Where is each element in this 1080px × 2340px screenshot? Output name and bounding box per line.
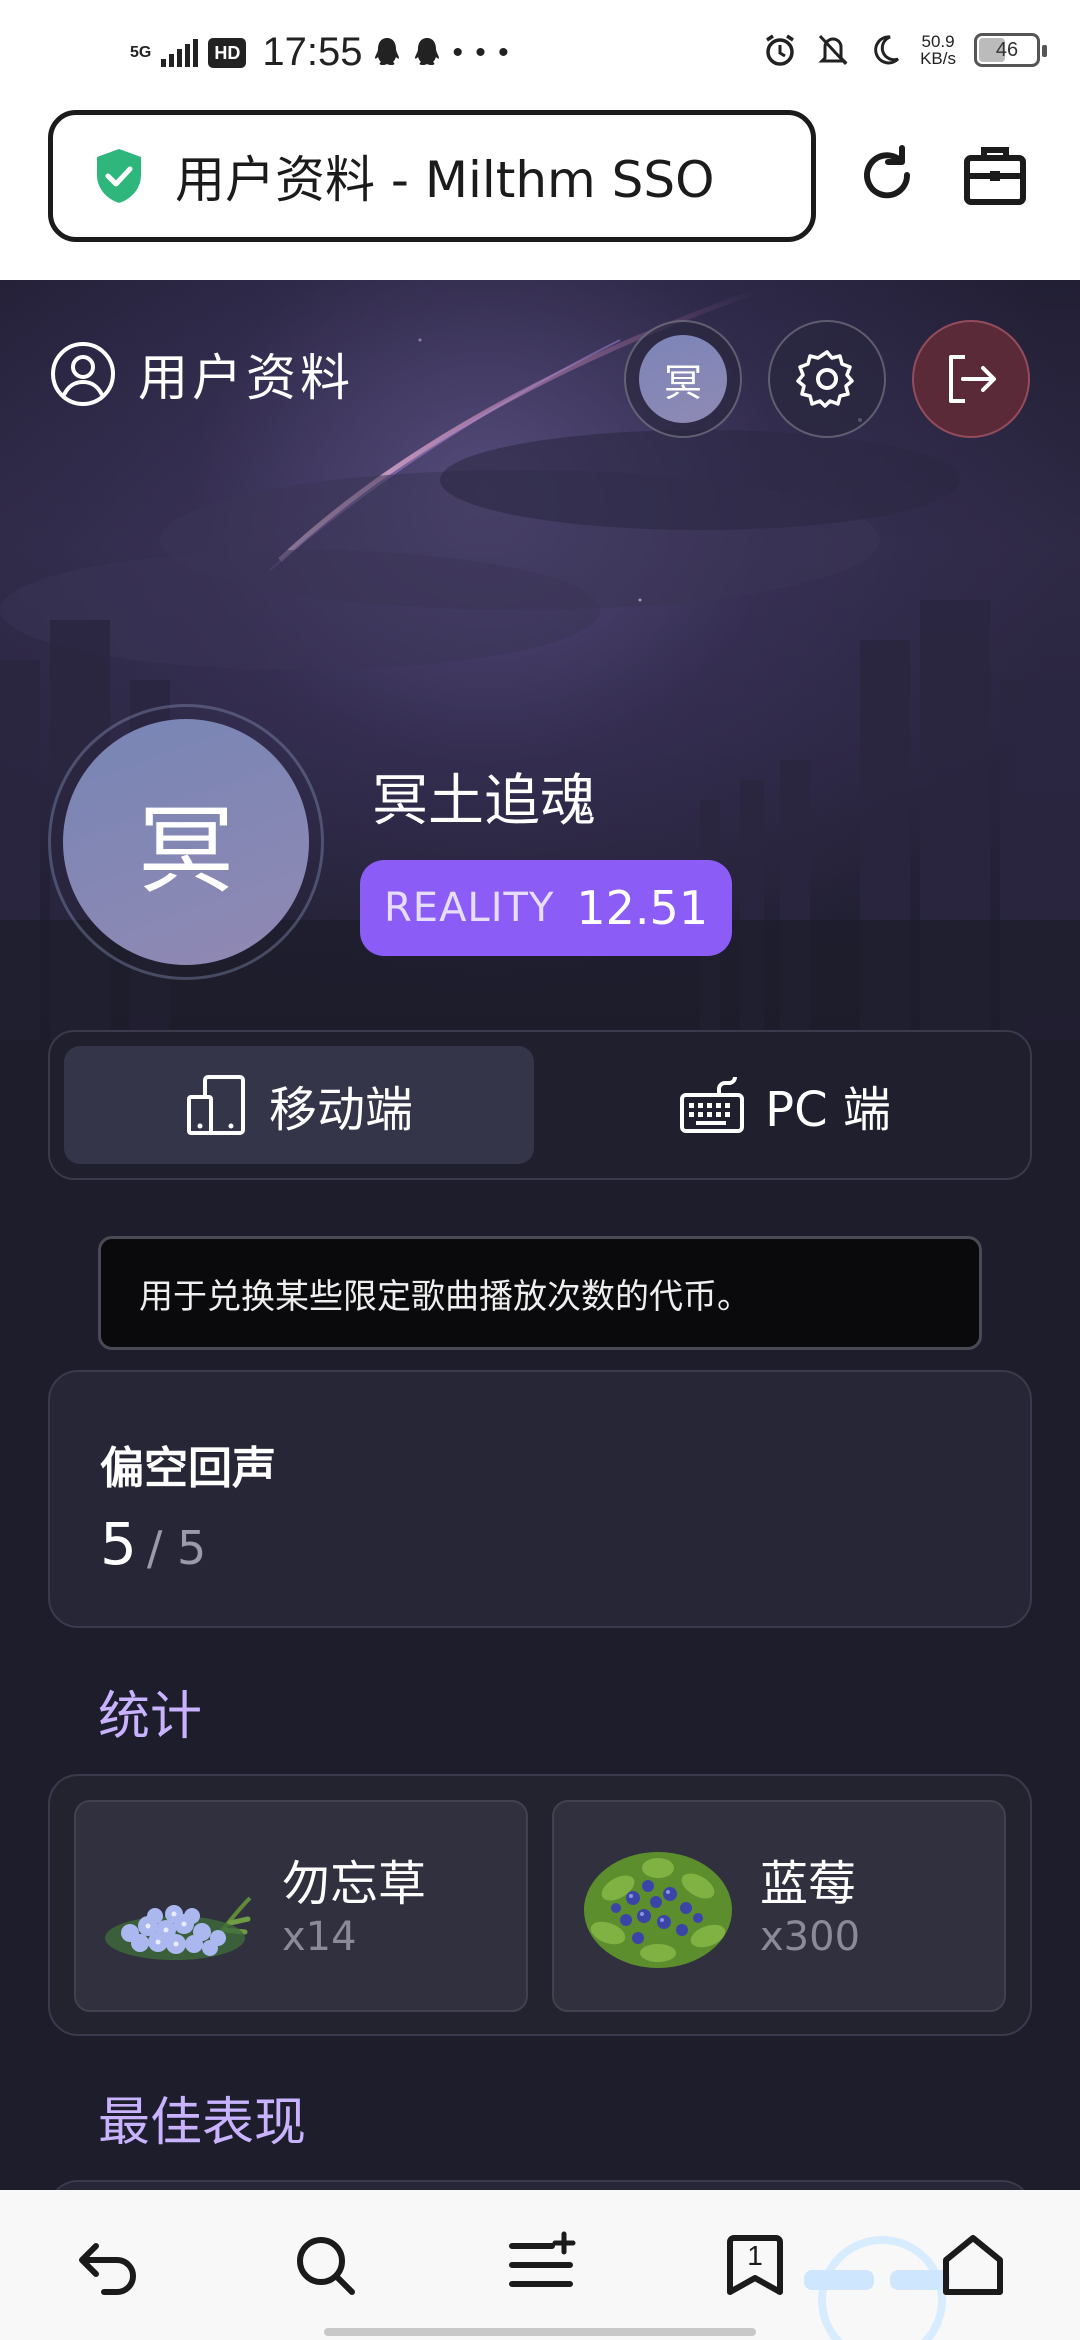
tab-mobile-label: 移动端 (268, 1082, 413, 1138)
rating-badge: REALITY 12.51 (360, 860, 733, 956)
settings-button[interactable] (768, 320, 886, 438)
forget-me-not-image (105, 1896, 252, 1960)
stat-count: x300 (760, 1914, 861, 1960)
platform-segmented-control: 移动端 PC 端 (48, 1030, 1032, 1180)
menu-icon[interactable] (506, 2230, 576, 2300)
stat-item[interactable]: 勿忘草 x14 (74, 1800, 528, 2012)
home-icon[interactable] (938, 2230, 1008, 2300)
token-max: / 5 (146, 1521, 207, 1575)
rating-label: REALITY (384, 885, 555, 931)
nav-title: 用户资料 (50, 338, 354, 410)
qq-icon (375, 37, 400, 65)
best-performance-card (48, 2180, 1032, 2190)
qq-icon-2 (415, 37, 440, 65)
toolbox-icon[interactable] (960, 140, 1030, 210)
signal-icon (161, 38, 199, 67)
keyboard-icon (680, 1076, 745, 1133)
gear-icon (796, 350, 854, 408)
net-speed: 50.9 KB/s (920, 33, 956, 67)
refresh-icon[interactable] (852, 140, 922, 210)
token-card[interactable]: 偏空回声 5 / 5 (48, 1370, 1032, 1628)
rating-value: 12.51 (576, 881, 709, 935)
blueberry-bush-image (584, 1852, 732, 1968)
tab-mobile[interactable]: 移动端 (64, 1046, 534, 1164)
status-bar: 5G HD 17:55 • • • 50.9 KB/s 46 (0, 0, 1080, 110)
nav-title-text: 用户资料 (138, 349, 354, 407)
stat-name: 勿忘草 (282, 1856, 427, 1912)
app-content: 用户资料 冥 冥 冥土追魂 REALITY 12.51 移动端 PC 端 用于兑… (0, 280, 1080, 2190)
moon-icon (874, 35, 900, 65)
token-name: 偏空回声 (100, 1443, 276, 1494)
tab-count: 1 (747, 2240, 763, 2271)
tab-pc-label: PC 端 (765, 1082, 891, 1138)
status-left: 5G HD 17:55 • • • (130, 30, 511, 75)
net-speed-unit: KB/s (920, 49, 956, 68)
browser-bottom-nav: 1 (0, 2190, 1080, 2340)
avatar[interactable]: 冥 (63, 719, 309, 965)
mini-avatar: 冥 (639, 335, 727, 423)
stats-section-title: 统计 (98, 1687, 203, 1747)
stat-item[interactable]: 蓝莓 x300 (552, 1800, 1006, 2012)
tabs-button[interactable]: 1 (720, 2230, 790, 2300)
mute-bell-icon (818, 34, 848, 66)
page-title: 用户资料 - Milthm SSO (175, 151, 715, 209)
stats-card: 勿忘草 x14 蓝莓 x300 (48, 1774, 1032, 2036)
stat-count: x14 (282, 1914, 357, 1960)
mobile-device-icon (186, 1075, 245, 1135)
stat-name: 蓝莓 (760, 1856, 857, 1912)
alarm-icon (766, 34, 795, 66)
token-current: 5 (100, 1510, 137, 1578)
secure-shield-icon (97, 149, 141, 203)
user-circle-icon (51, 342, 115, 406)
top-nav: 用户资料 冥 (0, 320, 1080, 438)
browser-toolbar: 用户资料 - Milthm SSO (0, 110, 1080, 280)
address-bar[interactable]: 用户资料 - Milthm SSO (48, 110, 816, 242)
battery-level: 46 (995, 38, 1019, 61)
network-type: 5G (130, 43, 152, 61)
hd-icon: HD (208, 37, 247, 68)
back-icon[interactable] (74, 2230, 144, 2300)
avatar-ring: 冥 (48, 704, 324, 980)
tooltip-text: 用于兑换某些限定歌曲播放次数的代币。 (139, 1276, 751, 1317)
logout-icon (949, 355, 996, 403)
best-section-title: 最佳表现 (98, 2093, 307, 2153)
logout-button[interactable] (912, 320, 1030, 438)
username: 冥土追魂 (372, 769, 596, 834)
battery-icon: 46 (974, 33, 1047, 67)
tooltip: 用于兑换某些限定歌曲播放次数的代币。 (98, 1236, 982, 1350)
mascot-icon[interactable] (800, 2190, 950, 2340)
clock: 17:55 (262, 30, 363, 74)
home-indicator[interactable] (324, 2328, 756, 2336)
net-speed-value: 50.9 (921, 32, 955, 51)
tab-pc[interactable]: PC 端 (550, 1046, 1020, 1164)
token-count: 5 / 5 (100, 1510, 206, 1578)
profile-avatar-button[interactable]: 冥 (624, 320, 742, 438)
status-right: 50.9 KB/s 46 (762, 32, 1047, 68)
search-icon[interactable] (290, 2230, 360, 2300)
more-notifications: • • • (452, 35, 511, 69)
